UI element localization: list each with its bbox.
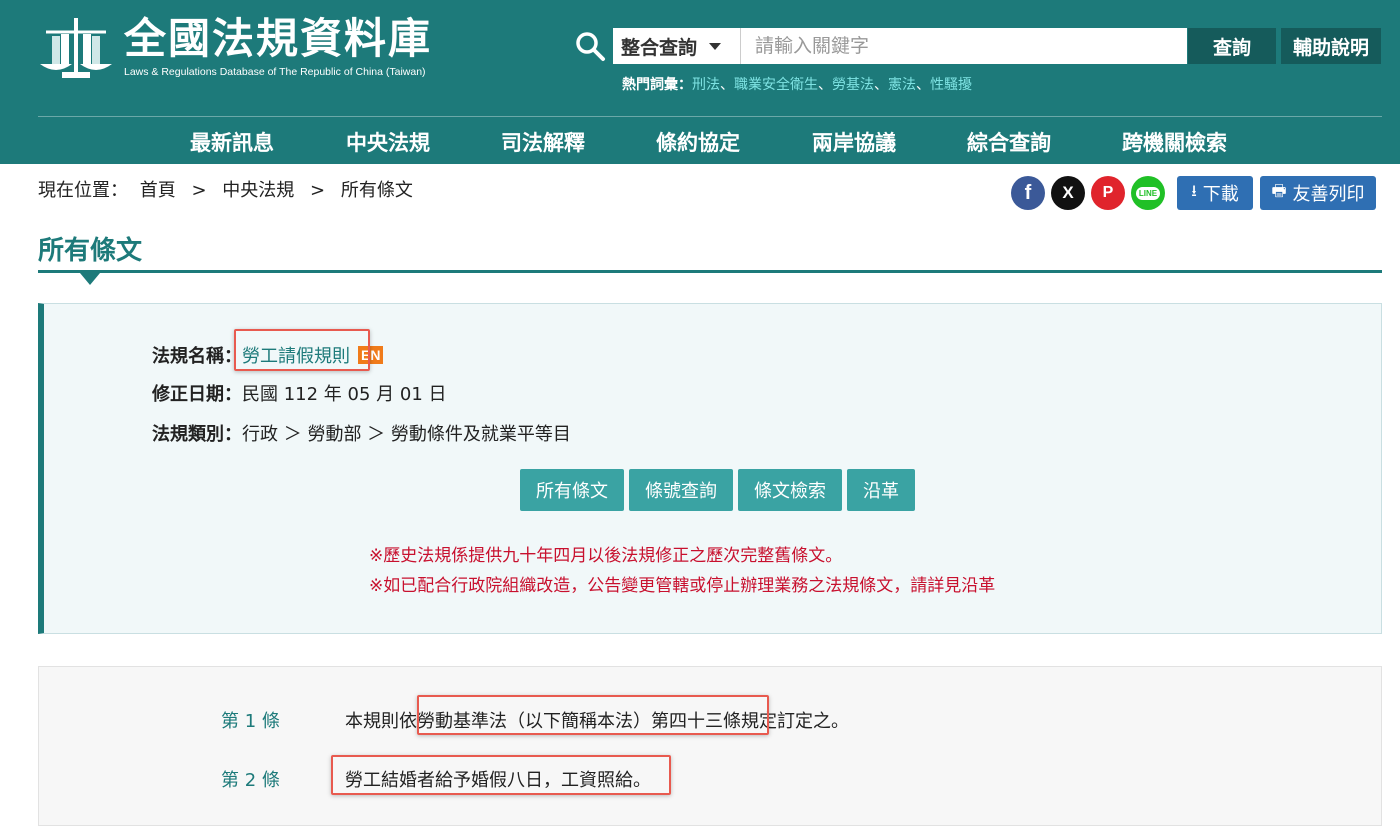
breadcrumb: 現在位置： 首頁 > 中央法規 > 所有條文	[38, 176, 419, 202]
category-value: 行政 ＞ 勞動部 ＞ 勞動條件及就業平等目	[242, 424, 571, 445]
breadcrumb-prefix: 現在位置：	[38, 180, 128, 201]
print-button[interactable]: 🖶 友善列印	[1260, 176, 1376, 210]
nav-cross-strait-agreements[interactable]: 兩岸協議	[812, 127, 896, 157]
chevron-down-icon	[709, 42, 722, 50]
search-scope-select[interactable]: 整合查詢	[613, 28, 741, 64]
tab-all-articles[interactable]: 所有條文	[520, 469, 624, 511]
hot-keywords: 熱門詞彙：刑法、職業安全衛生、勞基法、憲法、性騷擾	[622, 77, 972, 93]
x-share-icon[interactable]: X	[1051, 176, 1085, 210]
law-tabs: 所有條文 條號查詢 條文檢索 沿革	[520, 469, 920, 511]
title-underline	[38, 270, 1382, 273]
amend-date-label: 修正日期：	[152, 384, 242, 405]
breadcrumb-separator: >	[310, 180, 326, 201]
hot-keyword-constitution[interactable]: 憲法	[888, 77, 916, 93]
law-name-link[interactable]: 勞工請假規則	[242, 346, 350, 367]
breadcrumb-home[interactable]: 首頁	[140, 180, 176, 201]
hot-keyword-criminal-code[interactable]: 刑法	[692, 77, 720, 93]
main-nav: 最新訊息 中央法規 司法解釋 條約協定 兩岸協議 綜合查詢 跨機關檢索	[0, 117, 1400, 164]
scales-of-justice-icon	[40, 18, 112, 78]
nav-judicial-interpretations[interactable]: 司法解釋	[501, 127, 585, 157]
hot-keyword-labor-standards[interactable]: 勞基法	[832, 77, 874, 93]
search-icon	[576, 32, 605, 61]
law-info-panel: 法規名稱：勞工請假規則 EN 修正日期：民國 112 年 05 月 01 日 法規…	[38, 303, 1382, 634]
breadcrumb-separator: >	[191, 180, 207, 201]
articles-list: 第 1 條 本規則依勞動基準法（以下簡稱本法）第四十三條規定訂定之。 第 2 條…	[38, 666, 1382, 826]
line-share-icon[interactable]: LINE	[1131, 176, 1165, 210]
article-text: 勞工結婚者給予婚假八日，工資照給。	[345, 770, 651, 791]
title-pointer	[80, 273, 100, 285]
nav-cross-agency-search[interactable]: 跨機關檢索	[1122, 127, 1227, 157]
facebook-share-icon[interactable]: f	[1011, 176, 1045, 210]
article-number[interactable]: 第 2 條	[221, 766, 280, 792]
article-text: 本規則依勞動基準法（以下簡稱本法）第四十三條規定訂定之。	[345, 711, 849, 732]
site-header: 全國法規資料庫 Laws & Regulations Database of T…	[0, 0, 1400, 164]
amend-date-row: 修正日期：民國 112 年 05 月 01 日	[152, 380, 447, 406]
tab-article-search[interactable]: 條文檢索	[738, 469, 842, 511]
english-version-badge[interactable]: EN	[358, 346, 384, 364]
site-logo[interactable]: 全國法規資料庫 Laws & Regulations Database of T…	[38, 14, 432, 84]
law-name-row: 法規名稱：勞工請假規則 EN	[152, 342, 384, 368]
hot-keyword-sexual-harassment[interactable]: 性騷擾	[930, 77, 972, 93]
site-subtitle: Laws & Regulations Database of The Repub…	[124, 66, 426, 78]
reorganization-notice: ※如已配合行政院組織改造，公告變更管轄或停止辦理業務之法規條文，請詳見沿革	[369, 576, 996, 596]
nav-treaties[interactable]: 條約協定	[656, 127, 740, 157]
download-icon: ⭳	[1191, 180, 1197, 200]
breadcrumb-central-regulations[interactable]: 中央法規	[222, 180, 294, 201]
site-title: 全國法規資料庫	[124, 14, 433, 63]
nav-integrated-search[interactable]: 綜合查詢	[967, 127, 1051, 157]
print-label: 友善列印	[1292, 184, 1365, 205]
tab-article-number-search[interactable]: 條號查詢	[629, 469, 733, 511]
tab-history[interactable]: 沿革	[847, 469, 915, 511]
nav-central-regulations[interactable]: 中央法規	[346, 127, 430, 157]
printer-icon: 🖶	[1271, 180, 1287, 200]
amend-date-value: 民國 112 年 05 月 01 日	[242, 384, 447, 405]
law-name-label: 法規名稱：	[152, 346, 242, 367]
download-button[interactable]: ⭳ 下載	[1177, 176, 1253, 210]
search-button[interactable]: 查詢	[1188, 28, 1276, 64]
download-label: 下載	[1202, 184, 1239, 205]
category-row: 法規類別：行政 ＞ 勞動部 ＞ 勞動條件及就業平等目	[152, 420, 571, 446]
nav-latest-news[interactable]: 最新訊息	[190, 127, 274, 157]
search-scope-label: 整合查詢	[621, 36, 698, 59]
line-logo: LINE	[1135, 186, 1161, 200]
page-title: 所有條文	[38, 236, 143, 266]
hot-keyword-occupational-safety[interactable]: 職業安全衛生	[734, 77, 818, 93]
search-input[interactable]	[741, 28, 1187, 64]
breadcrumb-current: 所有條文	[340, 180, 413, 201]
article-number[interactable]: 第 1 條	[221, 707, 280, 733]
hot-keywords-label: 熱門詞彙：	[622, 77, 692, 93]
help-button[interactable]: 輔助說明	[1281, 28, 1381, 64]
category-label: 法規類別：	[152, 424, 242, 445]
history-notice: ※歷史法規係提供九十年四月以後法規修正之歷次完整舊條文。	[369, 546, 843, 566]
plurk-share-icon[interactable]: P	[1091, 176, 1125, 210]
